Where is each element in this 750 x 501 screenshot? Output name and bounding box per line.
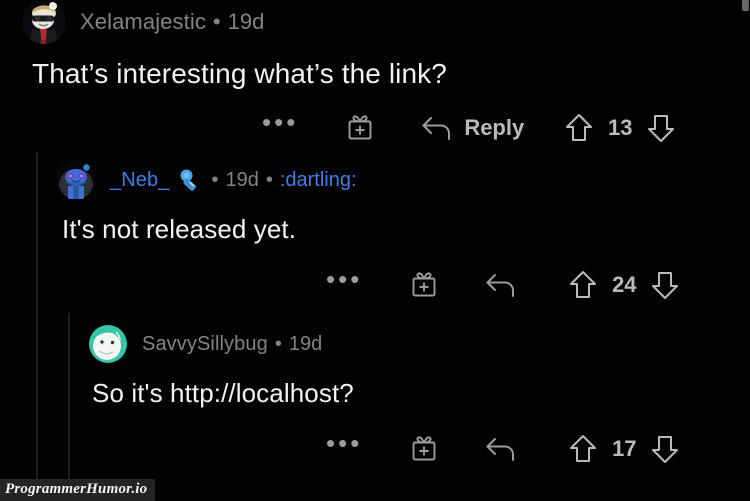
header-separator: • [212, 9, 221, 34]
comment-item-1: Xelamajestic • 19d That’s interesting wh… [22, 0, 750, 148]
reply-button[interactable]: Reply [420, 113, 524, 143]
comment-body-text: So it's http://localhost? [92, 378, 354, 408]
upvote-arrow-icon [568, 269, 598, 301]
comment-body-text: That’s interesting what’s the link? [32, 58, 447, 89]
upvote-button[interactable] [564, 112, 594, 144]
reply-icon [420, 113, 454, 143]
comment-item-3: SavvySillybug • 19d So it's http://local… [88, 322, 750, 469]
header-separator-2: • [265, 168, 273, 191]
more-options-icon: ••• [326, 264, 363, 294]
comment-author-name[interactable]: Xelamajestic [80, 9, 206, 35]
vote-score: 17 [612, 436, 637, 461]
downvote-arrow-icon [650, 433, 680, 465]
comment-action-row: ••• [22, 108, 750, 148]
comment-action-row: ••• [56, 265, 750, 305]
watermark: ProgrammerHumor.io [0, 479, 156, 501]
reply-button[interactable] [484, 434, 528, 464]
more-options-icon: ••• [262, 107, 299, 137]
comment-body-text: It's not released yet. [62, 214, 297, 244]
vote-group: 13 [564, 112, 676, 144]
more-options-button[interactable]: ••• [326, 428, 363, 460]
reply-icon [484, 270, 518, 300]
more-options-button[interactable]: ••• [326, 264, 363, 296]
gift-award-icon [344, 112, 376, 144]
avatar-xelamajestic[interactable] [22, 0, 66, 44]
header-separator: • [274, 332, 282, 355]
avatar-neb[interactable] [56, 160, 96, 200]
more-options-button[interactable]: ••• [262, 107, 299, 139]
vote-group: 17 [568, 433, 680, 465]
downvote-arrow-icon [650, 269, 680, 301]
vote-group: 24 [568, 269, 680, 301]
dart-emoji [178, 167, 204, 193]
reply-button[interactable] [484, 270, 528, 300]
upvote-arrow-icon [568, 433, 598, 465]
vote-score: 13 [607, 115, 633, 140]
thread-indent-line-level-2 [68, 313, 70, 501]
comment-header: Xelamajestic • 19d [22, 0, 750, 44]
comment-header: SavvySillybug • 19d [88, 322, 750, 366]
comment-age: 19d [288, 332, 323, 355]
reply-label: Reply [464, 115, 525, 140]
comment-action-row: ••• [88, 429, 750, 469]
comment-user-flair[interactable]: :dartling: [280, 169, 357, 192]
avatar-savvysillybug[interactable] [88, 324, 128, 364]
header-separator: • [211, 168, 219, 191]
upvote-button[interactable] [568, 433, 598, 465]
comment-item-2: _Neb_ • 19d • :dartling: It's not releas… [56, 158, 750, 305]
thread-indent-line-level-1 [36, 152, 38, 501]
comment-age: 19d [225, 168, 259, 191]
comment-thread-screen: Xelamajestic • 19d That’s interesting wh… [0, 0, 750, 501]
give-award-button[interactable] [408, 269, 440, 301]
give-award-button[interactable] [408, 433, 440, 465]
give-award-button[interactable] [344, 112, 376, 144]
gift-award-icon [408, 433, 440, 465]
comment-age: 19d [227, 9, 265, 34]
downvote-button[interactable] [646, 112, 676, 144]
upvote-button[interactable] [568, 269, 598, 301]
vote-score: 24 [612, 272, 637, 297]
comment-author-name[interactable]: SavvySillybug [142, 333, 268, 356]
downvote-arrow-icon [646, 112, 676, 144]
downvote-button[interactable] [650, 269, 680, 301]
upvote-arrow-icon [564, 112, 594, 144]
reply-icon [484, 434, 518, 464]
downvote-button[interactable] [650, 433, 680, 465]
comment-header: _Neb_ • 19d • :dartling: [56, 158, 750, 202]
more-options-icon: ••• [326, 428, 363, 458]
comment-author-name[interactable]: _Neb_ [110, 169, 169, 192]
gift-award-icon [408, 269, 440, 301]
